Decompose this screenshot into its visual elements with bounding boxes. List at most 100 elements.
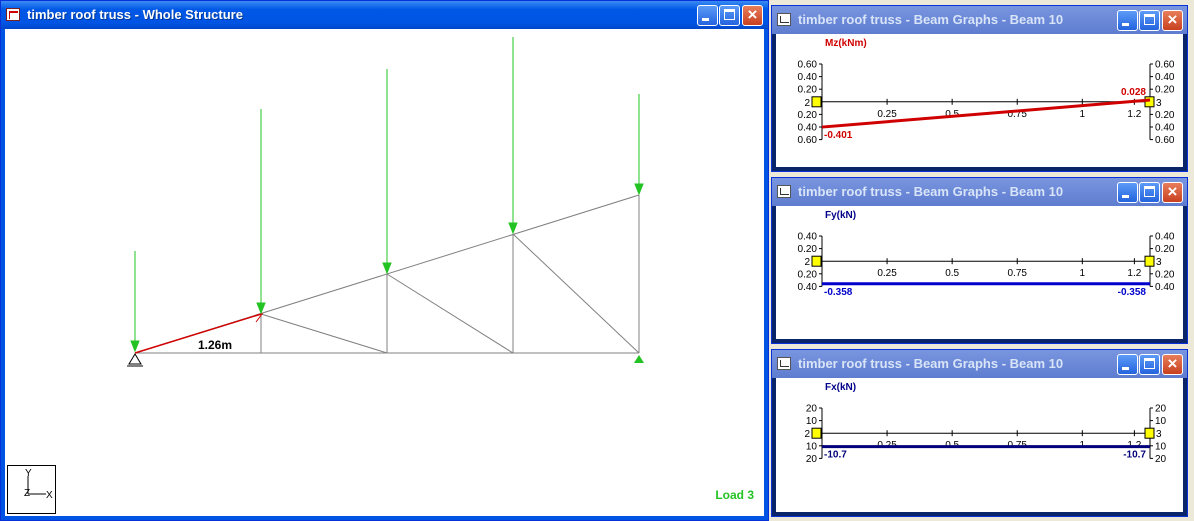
x-tick-label: 1	[1080, 268, 1086, 279]
graph-window-icon[interactable]	[777, 13, 791, 26]
start-value-label: -10.7	[824, 450, 847, 461]
left-tick-label: 10	[806, 416, 818, 427]
axis-z-label: Z	[24, 488, 30, 499]
start-node-marker[interactable]	[811, 427, 822, 439]
x-tick-label: 0.25	[877, 268, 897, 279]
right-tick-label: 0.60	[1155, 135, 1175, 146]
axis-y-label: Y	[25, 468, 32, 479]
load-case-label: Load 3	[715, 488, 754, 502]
load-arrowhead-3	[382, 262, 392, 275]
left-tick-label: 0.20	[798, 269, 818, 280]
quantity-label: Fy(kN)	[825, 210, 856, 221]
roller-support[interactable]	[634, 355, 644, 363]
close-button[interactable]: ×	[1162, 10, 1183, 31]
diagonal-member-3[interactable]	[512, 233, 640, 354]
roller-support-icon	[634, 355, 644, 363]
close-button[interactable]: ×	[1162, 354, 1183, 375]
start-node-marker[interactable]	[811, 255, 822, 267]
end-node-marker[interactable]	[1144, 427, 1155, 439]
left-tick-label: 10	[806, 441, 818, 452]
graph-title-bar[interactable]: timber roof truss - Beam Graphs - Beam 1…	[772, 350, 1187, 378]
structure-canvas[interactable]: 1.26m Y X Z Load 3	[5, 29, 764, 516]
main-title-bar[interactable]: timber roof truss - Whole Structure ×	[1, 1, 768, 29]
beam-graph-window-1[interactable]: timber roof truss - Beam Graphs - Beam 1…	[771, 5, 1188, 172]
close-button[interactable]: ×	[1162, 182, 1183, 203]
graph-plot-area[interactable]: Fy(kN) 0.40 0.40 0.20 0.20 0.20 0.20 0.40 0.40 2 3…	[776, 206, 1183, 339]
left-tick-label: 0.40	[798, 282, 818, 293]
maximize-icon	[1144, 358, 1155, 369]
beam-graph-3[interactable]: Fx(kN)2020101010102020230.250.50.7511.2-…	[776, 378, 1183, 512]
start-node-label: 2	[804, 257, 810, 268]
graph-window-title: timber roof truss - Beam Graphs - Beam 1…	[798, 184, 1064, 199]
truss-drawing[interactable]: 1.26m	[5, 29, 764, 516]
x-tick-label: 1	[1080, 109, 1086, 120]
minimize-button[interactable]	[1117, 10, 1138, 31]
structure-app-icon[interactable]	[6, 8, 20, 21]
left-tick-label: 20	[806, 404, 818, 415]
end-value-label: 0.028	[1121, 87, 1146, 98]
start-node-label: 2	[804, 429, 810, 440]
start-node-label: 2	[804, 98, 810, 109]
minimize-button[interactable]	[1117, 182, 1138, 203]
minimize-button[interactable]	[697, 5, 718, 26]
x-tick-label: 0.25	[877, 109, 897, 120]
maximize-icon	[724, 9, 735, 20]
graph-title-bar[interactable]: timber roof truss - Beam Graphs - Beam 1…	[772, 6, 1187, 34]
x-tick-label: 0.5	[945, 268, 959, 279]
close-icon: ×	[1167, 10, 1178, 29]
maximize-button[interactable]	[719, 5, 740, 26]
x-tick-label: 0.75	[1008, 268, 1028, 279]
close-icon: ×	[747, 5, 758, 24]
axis-triad: Y X Z	[7, 465, 56, 514]
axis-x-label: X	[46, 490, 53, 501]
right-tick-label: 10	[1155, 441, 1167, 452]
graph-window-icon[interactable]	[777, 185, 791, 198]
end-value-label: -0.358	[1118, 287, 1147, 298]
right-tick-label: 0.20	[1155, 244, 1175, 255]
minimize-button[interactable]	[1117, 354, 1138, 375]
right-tick-label: 20	[1155, 404, 1167, 415]
main-window-title: timber roof truss - Whole Structure	[27, 7, 243, 22]
maximize-button[interactable]	[1139, 182, 1160, 203]
beam-graph-window-3[interactable]: timber roof truss - Beam Graphs - Beam 1…	[771, 349, 1188, 517]
pin-support-icon	[128, 353, 142, 365]
pin-support[interactable]	[127, 353, 143, 367]
graph-plot-area[interactable]: Mz(kNm) 0.60 0.60 0.40 0.40 0.20 0.20 0.20 0.20 0…	[776, 34, 1183, 167]
start-value-label: -0.401	[824, 130, 853, 141]
graph-plot-area[interactable]: Fx(kN)2020101010102020230.250.50.7511.2-…	[776, 378, 1183, 512]
beam-graph-window-2[interactable]: timber roof truss - Beam Graphs - Beam 1…	[771, 177, 1188, 344]
close-icon: ×	[1167, 354, 1178, 373]
diagonal-member-1[interactable]	[260, 313, 388, 354]
left-tick-label: 0.20	[798, 85, 818, 96]
diagonal-member-2[interactable]	[386, 273, 514, 354]
main-structure-window[interactable]: timber roof truss - Whole Structure × 1.…	[0, 0, 769, 521]
load-arrowhead-5	[634, 183, 644, 196]
right-tick-label: 10	[1155, 416, 1167, 427]
minimize-icon	[1122, 23, 1129, 26]
graph-title-bar[interactable]: timber roof truss - Beam Graphs - Beam 1…	[772, 178, 1187, 206]
close-button[interactable]: ×	[742, 5, 763, 26]
left-tick-label: 0.60	[798, 60, 818, 71]
right-tick-label: 0.40	[1155, 282, 1175, 293]
beam-graph-1[interactable]: Mz(kNm)0.60 0.600.40 0.400.20 0.200.20 0.200…	[776, 34, 1183, 167]
minimize-icon	[1122, 195, 1129, 198]
graph-window-title: timber roof truss - Beam Graphs - Beam 1…	[798, 356, 1064, 371]
graph-window-icon[interactable]	[777, 357, 791, 370]
x-tick-label: 1.2	[1127, 109, 1141, 120]
start-node-marker[interactable]	[811, 96, 822, 108]
right-tick-label: 0.40	[1155, 123, 1175, 134]
end-node-marker[interactable]	[1144, 255, 1155, 267]
result-curve[interactable]	[821, 98, 1151, 129]
right-tick-label: 0.40	[1155, 232, 1175, 243]
maximize-button[interactable]	[1139, 10, 1160, 31]
beam-graph-2[interactable]: Fy(kN)0.40 0.400.20 0.200.20 0.200.40 0.402 3…	[776, 206, 1183, 339]
maximize-icon	[1144, 186, 1155, 197]
axis-triad-drawing: Y X Z	[24, 468, 53, 501]
graph-window-title: timber roof truss - Beam Graphs - Beam 1…	[798, 12, 1064, 27]
load-arrowhead-4	[508, 222, 518, 235]
right-tick-label: 0.40	[1155, 72, 1175, 83]
maximize-button[interactable]	[1139, 354, 1160, 375]
load-arrowhead-2	[256, 302, 266, 315]
maximize-icon	[1144, 14, 1155, 25]
right-tick-label: 0.20	[1155, 85, 1175, 96]
